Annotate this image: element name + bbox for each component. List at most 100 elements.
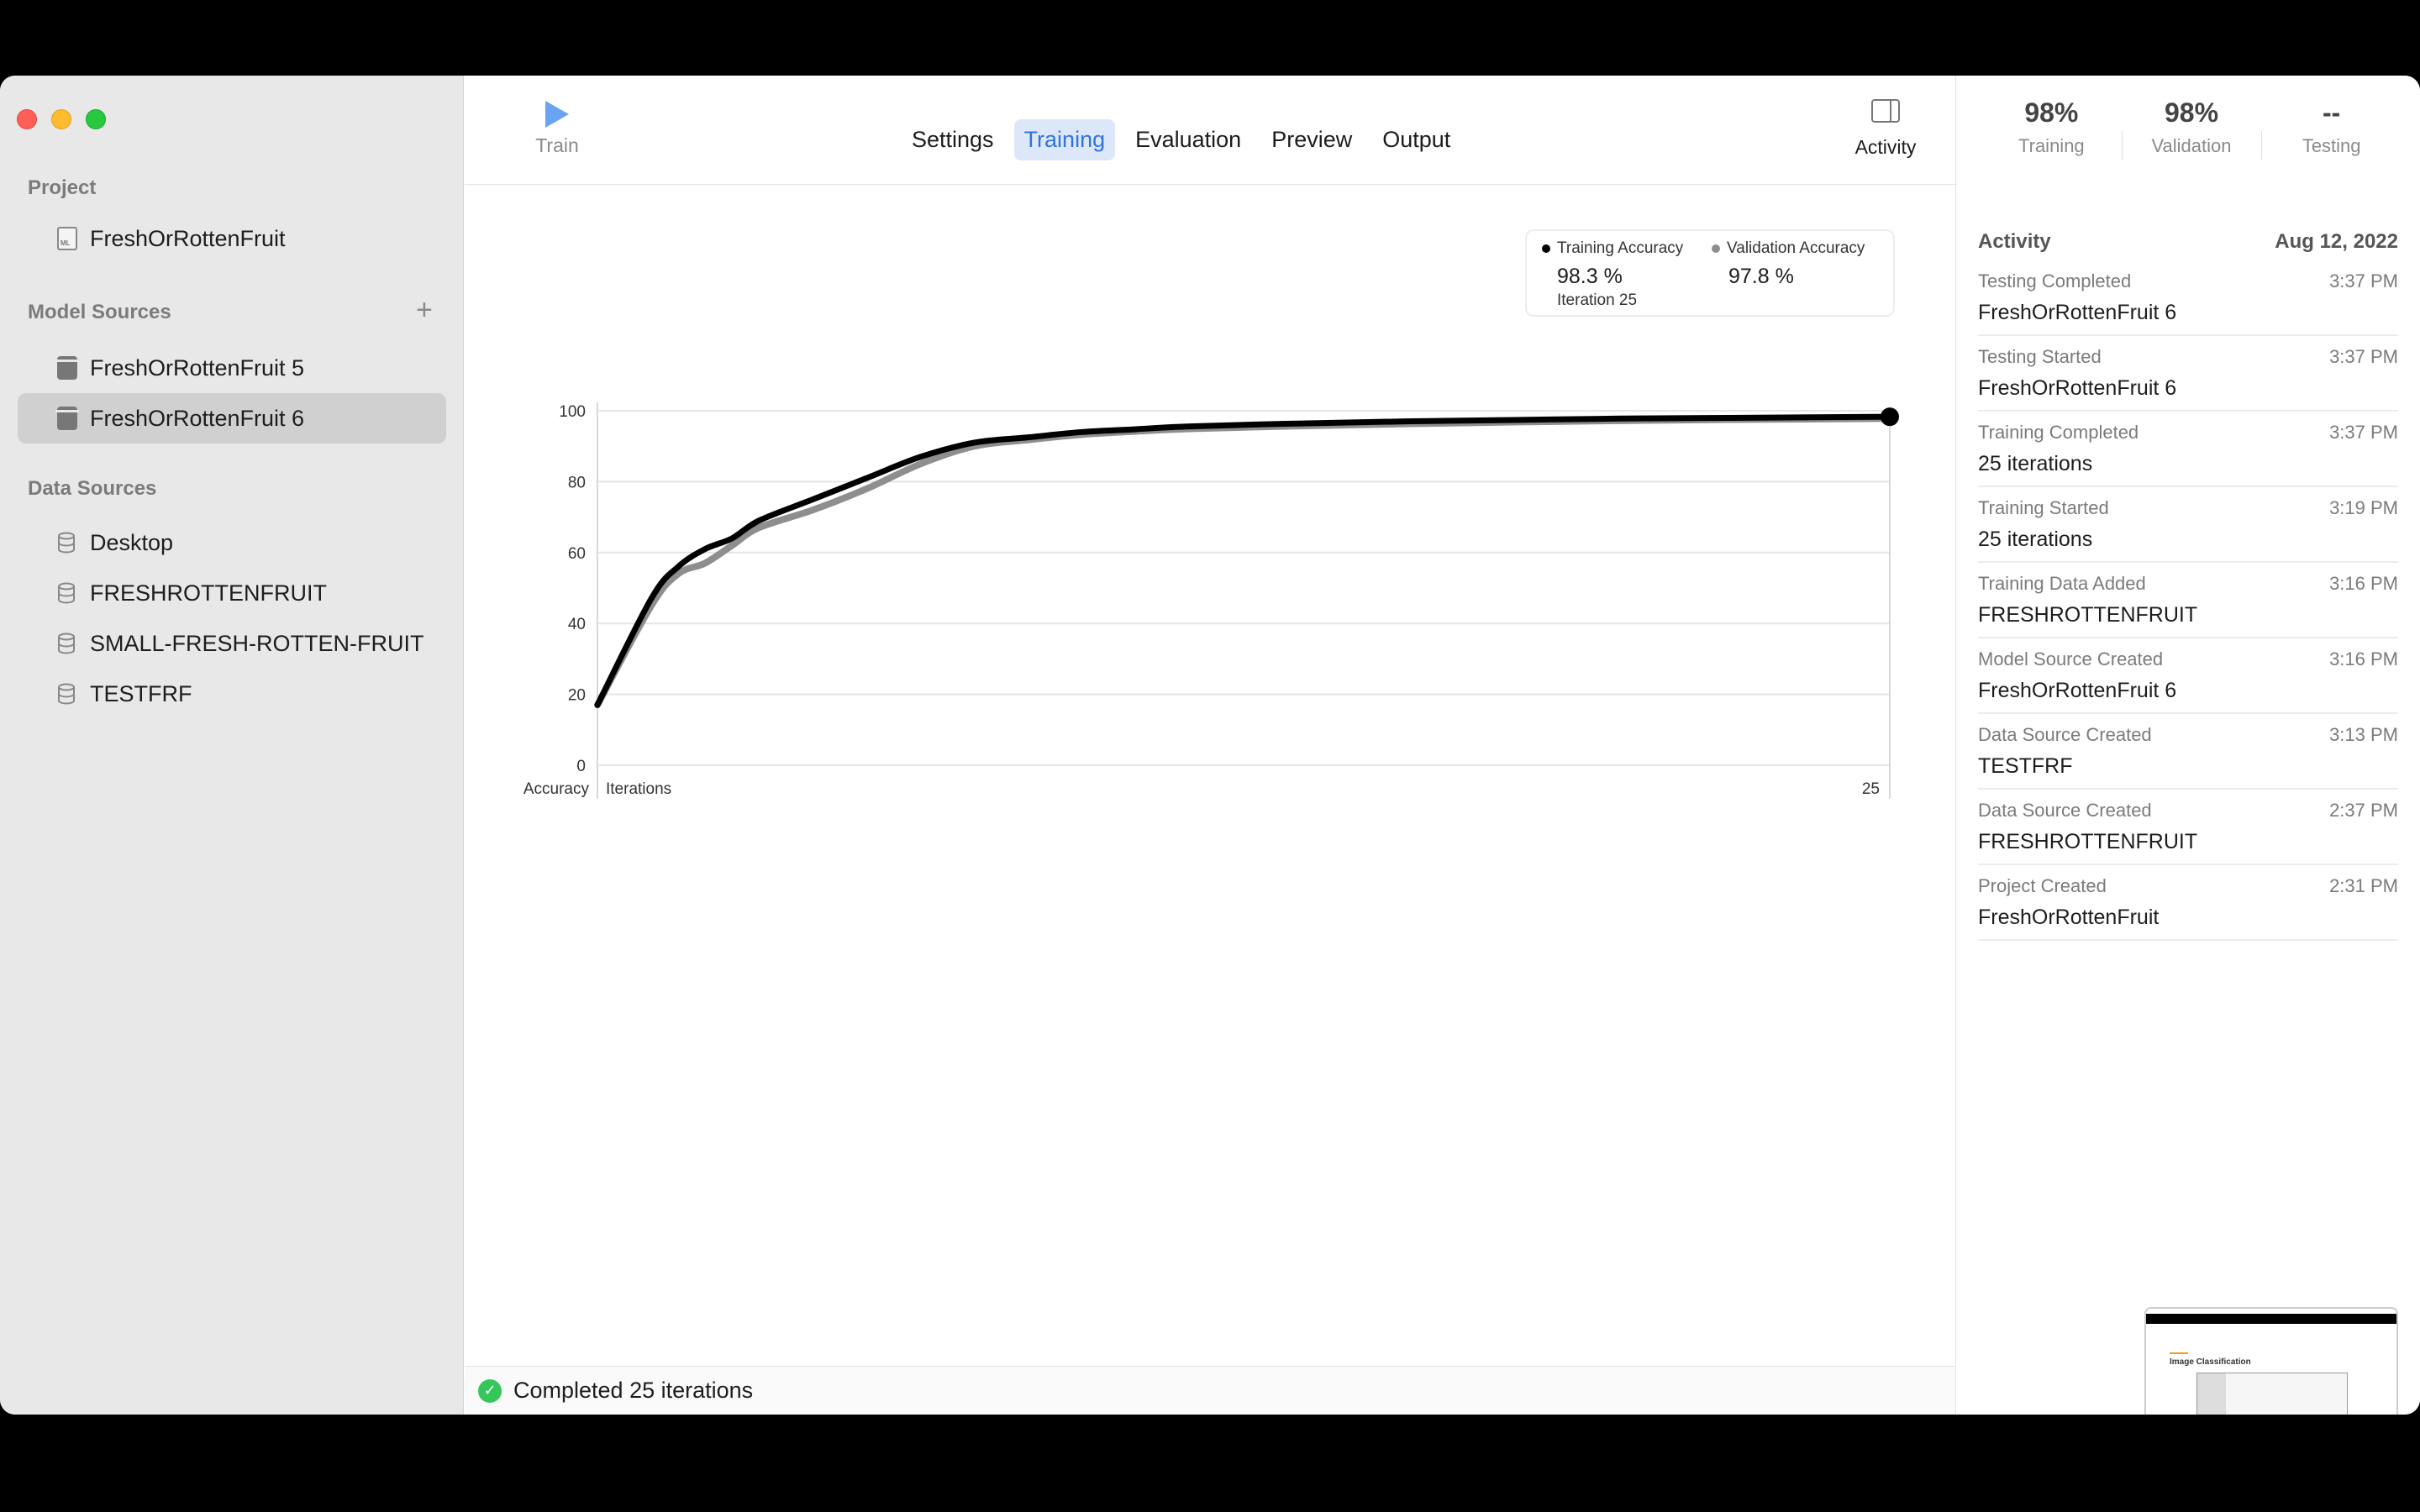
activity-item-time: 3:19 PM [2329, 497, 2398, 518]
model-icon [55, 407, 79, 430]
add-model-source-button[interactable]: + [416, 296, 433, 324]
database-icon [58, 532, 75, 554]
model-icon [55, 356, 79, 380]
screenshot-thumbnail[interactable]: Image Classification [2144, 1307, 2398, 1415]
sidebar-item-data-source[interactable]: TESTFRF [18, 669, 446, 719]
main-pane: Train Settings Training Evaluation Previ… [465, 76, 1955, 1415]
sidebar-right-icon [1871, 99, 1900, 123]
activity-panel: 98% Training 98% Validation -- Testing A… [1955, 76, 2420, 1415]
validation-accuracy-value: 97.8 % [1728, 265, 1794, 288]
tab-evaluation[interactable]: Evaluation [1125, 119, 1251, 160]
validation-accuracy-line [594, 415, 1893, 709]
activity-item-time: 3:37 PM [2329, 422, 2398, 443]
tab-preview[interactable]: Preview [1261, 119, 1362, 160]
database-icon [58, 633, 75, 654]
y-axis-label: Accuracy [523, 780, 590, 798]
metric-label: Validation [2151, 135, 2232, 156]
activity-item[interactable]: Testing Started 3:37 PM FreshOrRottenFruit… [1978, 336, 2398, 412]
tab-output[interactable]: Output [1372, 119, 1460, 160]
x-end-label: 25 [1862, 780, 1880, 798]
sidebar-item-label: SMALL-FRESH-ROTTEN-FRUIT [90, 630, 424, 656]
sidebar: Project FreshOrRottenFruit Model Sources… [0, 76, 464, 1415]
metric-validation: 98% Validation [2121, 97, 2262, 165]
train-button[interactable]: Train [515, 101, 599, 157]
toolbar: Train Settings Training Evaluation Previ… [465, 76, 1955, 185]
thumbnail-sidebar [2197, 1373, 2226, 1415]
legend-training: Training Accuracy [1542, 239, 1683, 258]
activity-item-subtitle: FreshOrRottenFruit 6 [1978, 376, 2177, 400]
sidebar-item-label: Desktop [90, 529, 174, 555]
play-icon [545, 101, 569, 128]
activity-item-time: 3:13 PM [2329, 724, 2398, 745]
activity-item[interactable]: Model Source Created 3:16 PM FreshOrRotten… [1978, 638, 2398, 714]
activity-feed: Testing Completed 3:37 PM FreshOrRottenFru… [1978, 260, 2398, 941]
activity-item-time: 2:31 PM [2329, 875, 2398, 896]
close-button[interactable] [17, 109, 37, 129]
activity-item-subtitle: 25 iterations [1978, 528, 2093, 551]
sidebar-item-label: FreshOrRottenFruit 5 [90, 354, 305, 381]
validation-legend-dot [1712, 244, 1720, 253]
thumbnail-accent [2170, 1352, 2188, 1354]
activity-item-subtitle: FreshOrRottenFruit [1978, 906, 2160, 929]
sidebar-item-data-source[interactable]: SMALL-FRESH-ROTTEN-FRUIT [18, 618, 446, 669]
status-bar: ✓ Completed 25 iterations [465, 1366, 1955, 1415]
metric-training: 98% Training [1981, 97, 2122, 165]
sidebar-item-data-source[interactable]: Desktop [18, 517, 446, 568]
activity-item[interactable]: Project Created 2:31 PM FreshOrRottenFruit [1978, 865, 2398, 941]
activity-item-subtitle: FreshOrRottenFruit 6 [1978, 301, 2177, 324]
activity-item-time: 3:16 PM [2329, 573, 2398, 594]
activity-item-time: 3:37 PM [2329, 346, 2398, 367]
sidebar-item-label: FRESHROTTENFRUIT [90, 580, 327, 606]
legend-iteration: Iteration 25 [1557, 291, 1638, 309]
training-legend-dot [1542, 244, 1550, 253]
status-text: Completed 25 iterations [513, 1378, 754, 1403]
activity-item-time: 3:16 PM [2329, 648, 2398, 669]
data-sources-title: Data Sources [28, 477, 157, 500]
metrics-summary: 98% Training 98% Validation -- Testing [1981, 97, 2402, 165]
database-icon [58, 582, 75, 604]
sidebar-item-model[interactable]: FreshOrRottenFruit 5 [18, 343, 446, 393]
metric-label: Testing [2302, 135, 2361, 156]
metric-testing: -- Testing [2261, 97, 2402, 165]
legend-training-label: Training Accuracy [1557, 239, 1684, 257]
checkmark-icon: ✓ [478, 1378, 502, 1403]
activity-item-subtitle: FreshOrRottenFruit 6 [1978, 679, 2177, 702]
y-tick-label: 80 [568, 474, 586, 491]
tab-training[interactable]: Training [1013, 119, 1116, 160]
activity-header: Activity Aug 12, 2022 [1978, 230, 2398, 254]
activity-item[interactable]: Data Source Created 2:37 PM FRESHROTTENFRU… [1978, 790, 2398, 865]
x-axis-label: Iterations [606, 780, 671, 798]
model-sources-title: Model Sources [28, 301, 171, 323]
app-window: Project FreshOrRottenFruit Model Sources… [0, 76, 2420, 1415]
sidebar-item-data-source[interactable]: FRESHROTTENFRUIT [18, 568, 446, 618]
activity-toggle-button[interactable]: Activity [1848, 99, 1923, 159]
metric-value: 98% [2164, 97, 2219, 128]
window-controls [17, 109, 106, 129]
tab-settings[interactable]: Settings [902, 119, 1004, 160]
sidebar-item-project[interactable]: FreshOrRottenFruit [18, 213, 446, 264]
activity-item-subtitle: 25 iterations [1978, 452, 2093, 475]
mlproject-doc-icon [57, 227, 77, 250]
legend-validation-label: Validation Accuracy [1727, 239, 1865, 257]
activity-item-subtitle: FRESHROTTENFRUIT [1978, 603, 2198, 627]
activity-date: Aug 12, 2022 [2275, 230, 2398, 253]
activity-item-time: 3:37 PM [2329, 270, 2398, 291]
activity-item[interactable]: Training Completed 3:37 PM 25 iterations [1978, 412, 2398, 487]
activity-item[interactable]: Training Started 3:19 PM 25 iterations [1978, 487, 2398, 563]
metric-label: Training [2018, 135, 2085, 156]
minimize-button[interactable] [51, 109, 71, 129]
training-chart-area: 0 20 40 60 80 100 Accuracy Iterations 25 Trainin… [465, 186, 1955, 824]
sidebar-item-label: FreshOrRottenFruit [90, 225, 286, 251]
activity-item[interactable]: Data Source Created 3:13 PM TESTFRF [1978, 714, 2398, 790]
activity-label: Activity [1854, 136, 1917, 158]
thumbnail-topbar [2146, 1314, 2396, 1324]
activity-item-subtitle: TESTFRF [1978, 754, 2073, 778]
activity-item[interactable]: Training Data Added 3:16 PM FRESHROTTENFRU… [1978, 563, 2398, 638]
metric-value: -- [2323, 97, 2341, 128]
thumbnail-title: Image Classification [2170, 1357, 2251, 1367]
zoom-button[interactable] [86, 109, 106, 129]
train-label: Train [535, 134, 579, 156]
activity-item[interactable]: Testing Completed 3:37 PM FreshOrRottenFru… [1978, 260, 2398, 336]
sidebar-item-model-selected[interactable]: FreshOrRottenFruit 6 [18, 393, 446, 444]
metric-value: 98% [2024, 97, 2079, 128]
